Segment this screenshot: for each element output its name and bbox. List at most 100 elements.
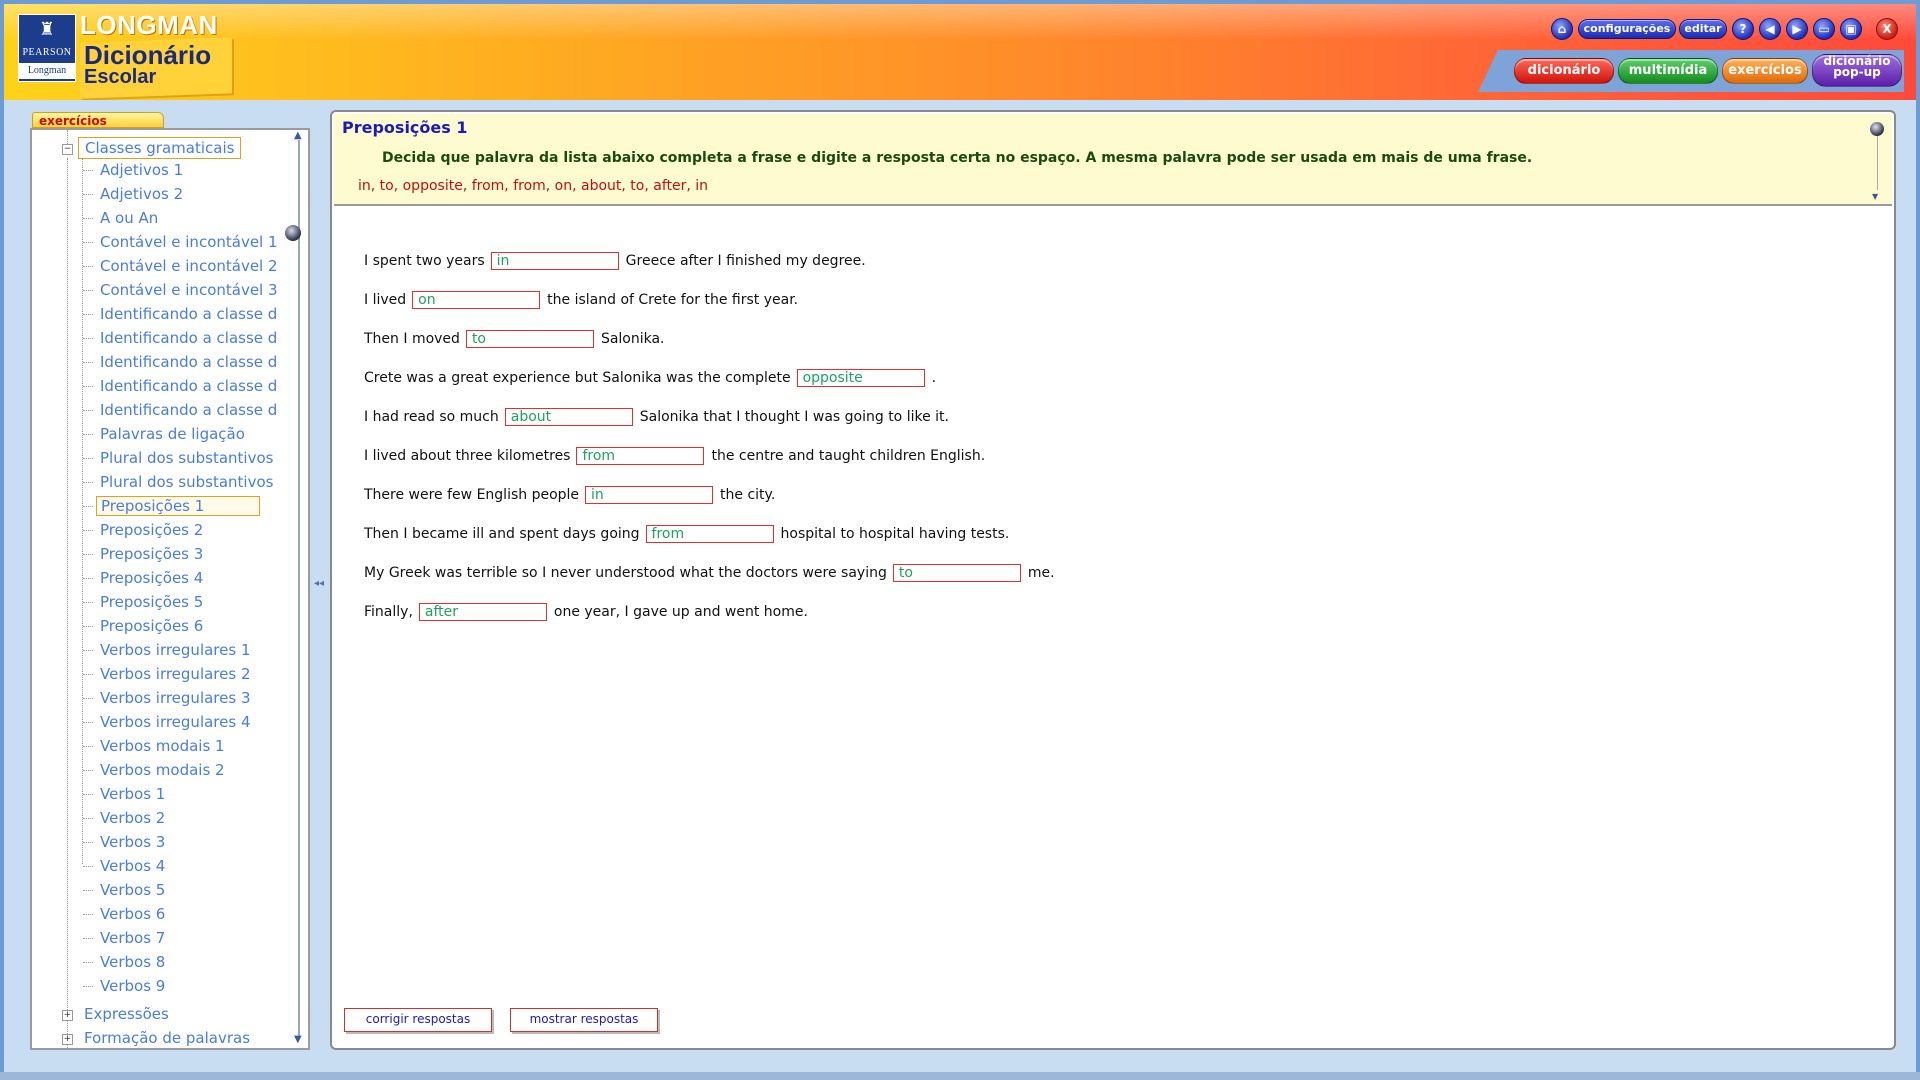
tree-connector: [83, 650, 93, 651]
tree-item[interactable]: Verbos irregulares 2: [96, 663, 292, 685]
tree-item[interactable]: Contável e incontável 2: [96, 255, 292, 277]
tree-item[interactable]: Contável e incontável 3: [96, 279, 292, 301]
tree-item[interactable]: A ou An: [96, 207, 292, 229]
tree-item[interactable]: Verbos 2: [96, 807, 292, 829]
collapse-icon[interactable]: −: [62, 144, 73, 155]
expand-icon[interactable]: +: [62, 1010, 73, 1021]
home-button[interactable]: ⌂: [1551, 18, 1573, 40]
tree-category-word-formation[interactable]: Formação de palavras: [84, 1027, 250, 1048]
scroll-track[interactable]: [298, 140, 300, 1036]
tree-connector: [83, 218, 93, 219]
tree-connector: [83, 938, 93, 939]
tree-item[interactable]: Verbos modais 2: [96, 759, 292, 781]
maximize-button[interactable]: ▣: [1840, 18, 1862, 40]
scroll-down-icon[interactable]: ▼: [1872, 192, 1878, 201]
tree-item[interactable]: Contável e incontável 1: [96, 231, 292, 253]
tree-connector: [83, 722, 93, 723]
settings-button[interactable]: configurações: [1578, 19, 1676, 39]
tree-category-classes[interactable]: Classes gramaticais: [78, 137, 242, 159]
tree-item[interactable]: Identificando a classe d: [96, 351, 292, 373]
tree-item[interactable]: Preposições 4: [96, 567, 292, 589]
sentence-row: My Greek was terrible so I never underst…: [364, 562, 1055, 584]
scroll-thumb[interactable]: [285, 225, 301, 241]
tree-item[interactable]: Verbos irregulares 3: [96, 687, 292, 709]
tree-connector: [83, 170, 93, 171]
tree-item[interactable]: Preposições 1: [96, 496, 260, 516]
tree-scrollbar[interactable]: ▲ ▼: [290, 130, 308, 1048]
tree-item[interactable]: Verbos modais 1: [96, 735, 292, 757]
edit-button[interactable]: editar: [1679, 19, 1727, 39]
tree-item[interactable]: Verbos 8: [96, 951, 292, 973]
tree-item[interactable]: Verbos 4: [96, 855, 292, 877]
answer-input[interactable]: about: [504, 408, 633, 426]
tree-item[interactable]: Identificando a classe d: [96, 303, 292, 325]
tree-item[interactable]: Verbos irregulares 1: [96, 639, 292, 661]
tree-root-guide: [67, 158, 68, 1048]
tree-item[interactable]: Verbos 6: [96, 903, 292, 925]
tree-item[interactable]: Preposições 5: [96, 591, 292, 613]
tree-item[interactable]: Palavras de ligação: [96, 423, 292, 445]
expand-icon[interactable]: +: [62, 1034, 73, 1045]
tree-item[interactable]: Preposições 2: [96, 519, 292, 541]
scroll-track[interactable]: [1877, 128, 1878, 190]
tree-item[interactable]: Adjetivos 2: [96, 183, 292, 205]
answer-input[interactable]: after: [418, 603, 547, 621]
tree-item[interactable]: Adjetivos 1: [96, 159, 292, 181]
tree-item[interactable]: Identificando a classe d: [96, 375, 292, 397]
tree-connector: [83, 674, 93, 675]
sentence-before: I lived: [364, 292, 407, 308]
answer-input[interactable]: to: [465, 330, 594, 348]
tree-item[interactable]: Verbos 7: [96, 927, 292, 949]
exercises-tab[interactable]: exercícios: [32, 112, 164, 128]
tree-connector: [83, 818, 93, 819]
tree-item[interactable]: Verbos irregulares 4: [96, 711, 292, 733]
tree-item[interactable]: Verbos 5: [96, 879, 292, 901]
tree-connector: [83, 698, 93, 699]
answer-input[interactable]: from: [645, 525, 774, 543]
tree-category-expressions[interactable]: Expressões: [84, 1003, 169, 1025]
tree-item[interactable]: Verbos 3: [96, 831, 292, 853]
answer-input[interactable]: in: [585, 486, 714, 504]
nav-popup-button[interactable]: dicionário pop-up: [1812, 54, 1902, 87]
answer-input[interactable]: to: [892, 564, 1021, 582]
tree-item[interactable]: Preposições 3: [96, 543, 292, 565]
sentence-after: the city.: [720, 487, 776, 503]
tree-item[interactable]: Identificando a classe d: [96, 399, 292, 421]
tree-item[interactable]: Verbos 1: [96, 783, 292, 805]
help-button[interactable]: ?: [1732, 18, 1754, 40]
maximize-icon: ▣: [1845, 22, 1857, 36]
panel-splitter-icon[interactable]: ◂◂: [314, 578, 324, 589]
answer-input[interactable]: from: [576, 447, 705, 465]
answer-input[interactable]: opposite: [796, 369, 925, 387]
tree-connector: [83, 194, 93, 195]
back-button[interactable]: ◀: [1759, 18, 1781, 40]
nav-multimedia-button[interactable]: multimídia: [1618, 58, 1718, 84]
scroll-thumb[interactable]: [1870, 122, 1884, 136]
tree-item[interactable]: Identificando a classe d: [96, 327, 292, 349]
publisher-top: PEARSON: [22, 47, 72, 58]
tree-item[interactable]: Verbos 9: [96, 975, 292, 997]
show-answers-button[interactable]: mostrar respostas: [510, 1008, 658, 1032]
scroll-down-icon[interactable]: ▼: [294, 1034, 302, 1045]
tree-item[interactable]: Plural dos substantivos: [96, 471, 292, 493]
tree-connector: [83, 866, 93, 867]
sentence-after: me.: [1027, 565, 1055, 581]
check-answers-button[interactable]: corrigir respostas: [344, 1008, 492, 1032]
sentence-after: .: [931, 370, 937, 386]
forward-button[interactable]: ▶: [1786, 18, 1808, 40]
tree-item[interactable]: Plural dos substantivos: [96, 447, 292, 469]
minimize-button[interactable]: ▭: [1813, 18, 1835, 40]
tree-connector: [83, 986, 93, 987]
tree-connector: [83, 290, 93, 291]
tree-connector: [83, 434, 93, 435]
answer-input[interactable]: on: [412, 291, 541, 309]
close-button[interactable]: X: [1876, 18, 1898, 40]
tree-item[interactable]: Preposições 6: [96, 615, 292, 637]
nav-exercises-button[interactable]: exercícios: [1722, 58, 1808, 84]
nav-dictionary-button[interactable]: dicionário: [1514, 58, 1614, 84]
instructions-scrollbar[interactable]: ▼: [1870, 114, 1886, 202]
crest-icon: ♜: [38, 19, 56, 40]
tree-connector: [83, 530, 93, 531]
answer-input[interactable]: in: [490, 252, 619, 270]
word-list: in, to, opposite, from, from, on, about,…: [358, 178, 709, 194]
